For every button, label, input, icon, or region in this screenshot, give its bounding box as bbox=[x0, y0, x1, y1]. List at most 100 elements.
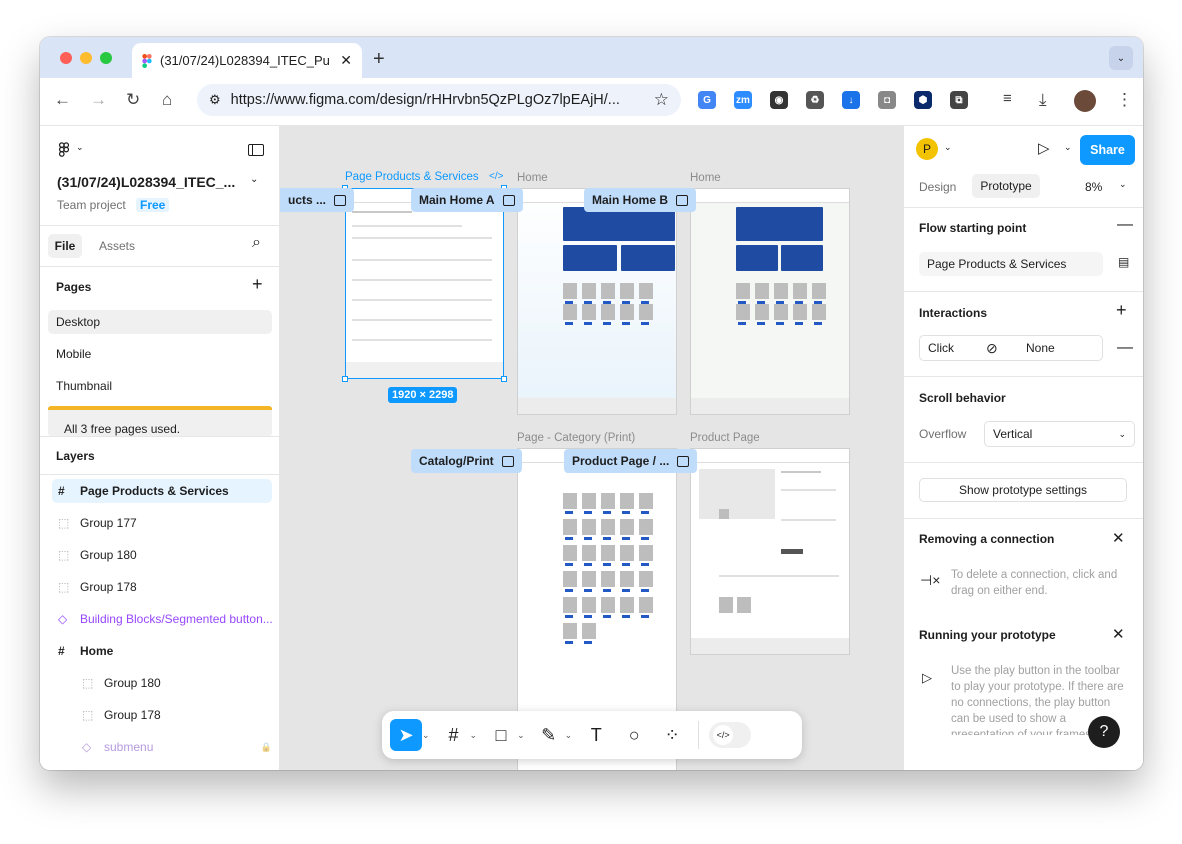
help-button[interactable]: ? bbox=[1088, 716, 1120, 748]
play-icon[interactable]: ▷ bbox=[1038, 139, 1050, 157]
interaction-row[interactable]: Click ⊘ None bbox=[919, 335, 1103, 361]
close-tab-icon[interactable]: ✕ bbox=[340, 52, 352, 69]
chevron-down-icon[interactable]: ⌄ bbox=[250, 174, 258, 185]
layer-item[interactable]: ⬚ Group 178 bbox=[52, 575, 272, 599]
profile-avatar[interactable] bbox=[1074, 90, 1096, 112]
tab-prototype[interactable]: Prototype bbox=[972, 174, 1040, 198]
selection-size-label: 1920 × 2298 bbox=[388, 387, 458, 403]
minus-icon[interactable]: — bbox=[1117, 216, 1133, 234]
close-icon[interactable]: ✕ bbox=[1112, 529, 1125, 547]
record-icon[interactable]: ◉ bbox=[770, 91, 788, 109]
chevron-down-icon[interactable]: ⌄ bbox=[517, 730, 525, 741]
recycle-icon[interactable]: ♻ bbox=[806, 91, 824, 109]
frame-home-b[interactable] bbox=[690, 188, 850, 415]
tab-file[interactable]: File bbox=[48, 234, 82, 258]
frame-home-a[interactable] bbox=[517, 188, 677, 415]
actions-tool-icon[interactable]: ⁘ bbox=[656, 719, 688, 751]
layer-label: Group 180 bbox=[80, 548, 137, 562]
layer-item[interactable]: ⬚ Group 177 bbox=[52, 511, 272, 535]
site-settings-icon[interactable]: ⚙ bbox=[209, 92, 221, 108]
bookmark-star-icon[interactable]: ☆ bbox=[654, 90, 669, 110]
text-tool-icon[interactable]: T bbox=[580, 719, 612, 751]
lock-icon[interactable]: 🔒 bbox=[261, 742, 272, 753]
address-bar[interactable]: ⚙ https://www.figma.com/design/rHHrvbn5Q… bbox=[197, 84, 681, 116]
frame-tool-icon[interactable]: # bbox=[438, 719, 470, 751]
close-icon[interactable]: ✕ bbox=[1112, 625, 1125, 643]
sidebar-toggle-icon[interactable] bbox=[248, 144, 264, 156]
page-item[interactable]: Thumbnail bbox=[48, 374, 272, 398]
layer-item[interactable]: # Home bbox=[52, 639, 272, 663]
flow-starting-point[interactable]: Page Products & Services bbox=[919, 252, 1103, 276]
design-canvas[interactable]: Page Products & Services </> 1920 × 2298… bbox=[280, 126, 903, 770]
zoom-icon[interactable]: zm bbox=[734, 91, 752, 109]
prototype-badge-cut[interactable]: ucts ... bbox=[280, 188, 355, 212]
prototype-badge-main-home-a[interactable]: Main Home A bbox=[411, 188, 523, 212]
layer-item[interactable]: ⬚ Group 180 bbox=[52, 543, 272, 567]
tab-assets[interactable]: Assets bbox=[99, 239, 135, 253]
chevron-down-icon[interactable]: ⌄ bbox=[76, 142, 84, 153]
search-icon[interactable]: ⌕ bbox=[252, 234, 261, 252]
dev-mode-icon[interactable]: </> bbox=[489, 171, 503, 182]
no-action-icon: ⊘ bbox=[986, 339, 998, 356]
add-interaction-icon[interactable]: + bbox=[1116, 300, 1127, 321]
zoom-level[interactable]: 8% bbox=[1085, 180, 1102, 194]
frame-product-page[interactable] bbox=[690, 448, 850, 655]
frame-title-products[interactable]: Page Products & Services bbox=[345, 171, 479, 183]
chevron-down-icon[interactable]: ⌄ bbox=[565, 730, 573, 741]
translate-icon[interactable]: G bbox=[698, 91, 716, 109]
figma-menu-icon[interactable] bbox=[58, 142, 70, 158]
chevron-down-icon[interactable]: ⌄ bbox=[470, 730, 478, 741]
layer-item[interactable]: # Page Products & Services bbox=[52, 479, 272, 503]
home-icon[interactable]: ⌂ bbox=[162, 90, 172, 110]
move-tool-icon[interactable]: ➤ bbox=[390, 719, 422, 751]
frame-title-category[interactable]: Page - Category (Print) bbox=[517, 432, 635, 444]
overflow-select[interactable]: Vertical ⌄ bbox=[984, 421, 1135, 447]
reload-icon[interactable]: ↻ bbox=[126, 90, 140, 110]
add-page-icon[interactable]: + bbox=[252, 274, 263, 295]
close-window-button[interactable] bbox=[60, 52, 72, 64]
frame-products-services[interactable] bbox=[345, 188, 504, 379]
tab-search-button[interactable]: ⌄ bbox=[1109, 46, 1133, 70]
more-menu-icon[interactable]: ⋮ bbox=[1116, 90, 1133, 110]
prototype-badge-main-home-b[interactable]: Main Home B bbox=[584, 188, 697, 212]
rectangle-tool-icon[interactable]: □ bbox=[485, 719, 517, 751]
back-arrow-icon[interactable]: ← bbox=[54, 90, 71, 110]
camera-icon[interactable]: ◘ bbox=[878, 91, 896, 109]
prototype-badge-catalog[interactable]: Catalog/Print bbox=[411, 449, 522, 473]
browser-tab[interactable]: (31/07/24)L028394_ITEC_Pu ✕ bbox=[132, 43, 362, 78]
comment-tool-icon[interactable]: ○ bbox=[618, 719, 650, 751]
tab-design[interactable]: Design bbox=[919, 180, 956, 194]
hexagon-icon[interactable]: ⬢ bbox=[914, 91, 932, 109]
share-button[interactable]: Share bbox=[1080, 135, 1135, 165]
media-queue-icon[interactable]: ≡ bbox=[1003, 90, 1012, 107]
download-arrow-icon[interactable]: ↓ bbox=[842, 91, 860, 109]
flow-detail-icon[interactable]: ▤ bbox=[1118, 255, 1129, 269]
file-name[interactable]: (31/07/24)L028394_ITEC_... bbox=[57, 174, 235, 190]
layer-item[interactable]: ◇ Building Blocks/Segmented button... bbox=[52, 607, 272, 631]
new-tab-icon[interactable]: + bbox=[373, 48, 385, 71]
chevron-down-icon[interactable]: ⌄ bbox=[944, 142, 952, 153]
downloads-icon[interactable]: ⤓ bbox=[1039, 90, 1047, 110]
maximize-window-button[interactable] bbox=[100, 52, 112, 64]
layer-item[interactable]: ⬚ Group 178 bbox=[52, 703, 272, 727]
dev-mode-toggle[interactable]: </> bbox=[709, 722, 752, 748]
chevron-down-icon[interactable]: ⌄ bbox=[422, 730, 430, 741]
pen-tool-icon[interactable]: ✎ bbox=[533, 719, 565, 751]
frame-title-product[interactable]: Product Page bbox=[690, 432, 760, 444]
prototype-badge-product[interactable]: Product Page / ... bbox=[564, 449, 698, 473]
chevron-down-icon[interactable]: ⌄ bbox=[1064, 142, 1072, 153]
layer-item[interactable]: ⬚ Group 180 bbox=[52, 671, 272, 695]
chevron-down-icon[interactable]: ⌄ bbox=[1119, 179, 1127, 190]
plan-badge[interactable]: Free bbox=[136, 198, 170, 212]
remove-interaction-icon[interactable]: — bbox=[1117, 339, 1133, 357]
frame-title-home-2[interactable]: Home bbox=[690, 172, 721, 184]
user-avatar[interactable]: P bbox=[916, 138, 938, 160]
forward-arrow-icon[interactable]: → bbox=[90, 90, 107, 110]
layer-item[interactable]: ◇ submenu 🔒 bbox=[52, 735, 272, 759]
page-item[interactable]: Desktop bbox=[48, 310, 272, 334]
frame-title-home[interactable]: Home bbox=[517, 172, 548, 184]
puzzle-icon[interactable]: ⧉ bbox=[950, 91, 968, 109]
page-item[interactable]: Mobile bbox=[48, 342, 272, 366]
show-prototype-settings-button[interactable]: Show prototype settings bbox=[919, 478, 1127, 502]
minimize-window-button[interactable] bbox=[80, 52, 92, 64]
